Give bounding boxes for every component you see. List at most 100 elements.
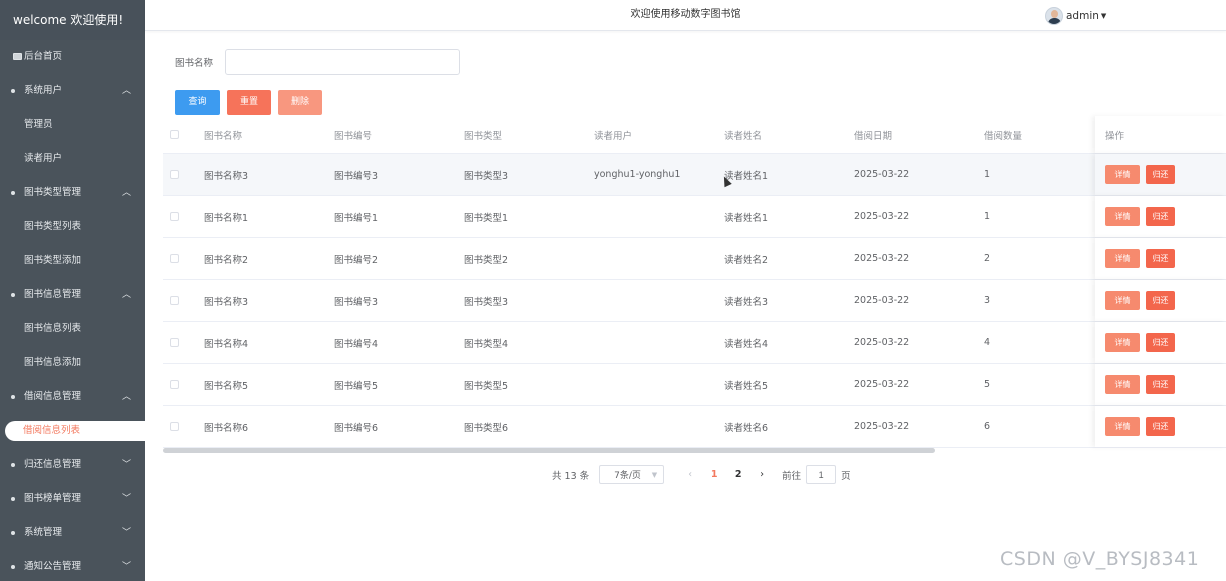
sidebar-item-8[interactable]: 图书信息添加 (0, 346, 145, 380)
return-button[interactable]: 归还 (1146, 207, 1175, 226)
sidebar-item-5[interactable]: 图书类型添加 (0, 244, 145, 278)
chevron-up-icon: ︿ (121, 188, 131, 198)
detail-button[interactable]: 详情 (1105, 165, 1140, 184)
table-row: 图书名称5 图书编号5 图书类型5 读者姓名5 2025-03-22 5 详情 归还 (163, 364, 1226, 406)
sidebar-item-label: 借阅信息列表 (23, 425, 81, 436)
cell-name: 图书名称6 (204, 422, 249, 434)
cell-reader: 读者姓名1 (724, 212, 769, 224)
detail-button[interactable]: 详情 (1105, 333, 1140, 352)
detail-button[interactable]: 详情 (1105, 375, 1140, 394)
brand-title: welcome 欢迎使用! (0, 0, 145, 40)
column-header: 图书名称 (204, 130, 243, 142)
chevron-down-icon: ﹀ (121, 562, 131, 572)
bullet-icon (11, 89, 15, 93)
chevron-down-icon: ﹀ (121, 528, 131, 538)
action-buttons: 查询 重置 删除 (175, 90, 329, 115)
row-checkbox[interactable] (170, 406, 179, 447)
chevron-up-icon: ︿ (121, 290, 131, 300)
column-header: 读者用户 (594, 130, 633, 142)
chevron-up-icon: ︿ (121, 392, 131, 402)
detail-button[interactable]: 详情 (1105, 249, 1140, 268)
cell-type: 图书类型2 (464, 254, 509, 266)
column-header: 图书类型 (464, 130, 503, 142)
sidebar-item-10[interactable]: 借阅信息列表 (5, 421, 145, 441)
sidebar-item-label: 图书榜单管理 (24, 493, 82, 504)
cell-qty: 2 (984, 253, 991, 264)
user-menu[interactable]: admin ▼ (1045, 6, 1106, 26)
column-header: 读者姓名 (724, 130, 763, 142)
row-checkbox[interactable] (170, 322, 179, 363)
prev-page-icon[interactable]: ‹ (678, 469, 702, 480)
next-page-icon[interactable]: › (750, 469, 774, 480)
column-header: 图书编号 (334, 130, 373, 142)
sidebar-item-0[interactable]: 系统用户 ︿ (0, 74, 145, 108)
sidebar-item-13[interactable]: 系统管理 ﹀ (0, 516, 145, 550)
sidebar-item-12[interactable]: 图书榜单管理 ﹀ (0, 482, 145, 516)
cell-code: 图书编号5 (334, 380, 379, 392)
bullet-icon (11, 497, 15, 501)
sidebar-item-9[interactable]: 借阅信息管理 ︿ (0, 380, 145, 414)
return-button[interactable]: 归还 (1146, 291, 1175, 310)
detail-button[interactable]: 详情 (1105, 417, 1140, 436)
book-name-input[interactable] (225, 49, 461, 75)
watermark: CSDN @V_BYSJ8341 (1000, 548, 1200, 570)
return-button[interactable]: 归还 (1146, 417, 1175, 436)
sidebar-item-label: 读者用户 (24, 153, 63, 164)
return-button[interactable]: 归还 (1146, 165, 1175, 184)
cell-name: 图书名称1 (204, 212, 249, 224)
return-button[interactable]: 归还 (1146, 333, 1175, 352)
bullet-icon (11, 191, 15, 195)
sidebar-item-3[interactable]: 图书类型管理 ︿ (0, 176, 145, 210)
page-1[interactable]: 1 (702, 469, 726, 480)
horizontal-scrollbar[interactable] (163, 448, 935, 453)
cell-code: 图书编号2 (334, 254, 379, 266)
avatar (1045, 7, 1063, 25)
cell-user: yonghu1-yonghu1 (594, 169, 681, 180)
cell-name: 图书名称4 (204, 338, 249, 350)
cell-date: 2025-03-22 (854, 295, 910, 306)
sidebar-item-label: 系统用户 (24, 85, 63, 96)
sidebar-item-11[interactable]: 归还信息管理 ﹀ (0, 448, 145, 482)
return-button[interactable]: 归还 (1146, 249, 1175, 268)
column-header: 借阅日期 (854, 130, 893, 142)
table-row: 图书名称2 图书编号2 图书类型2 读者姓名2 2025-03-22 2 详情 归还 (163, 238, 1226, 280)
cell-name: 图书名称3 (204, 296, 249, 308)
cell-code: 图书编号6 (334, 422, 379, 434)
cell-name: 图书名称5 (204, 380, 249, 392)
cell-type: 图书类型1 (464, 212, 509, 224)
sidebar-item-14[interactable]: 通知公告管理 ﹀ (0, 550, 145, 581)
sidebar-item-label: 图书类型管理 (24, 187, 82, 198)
page-size-value: 7条/页 (614, 471, 641, 481)
page-size-select[interactable]: 7条/页 ▼ (599, 465, 665, 484)
row-checkbox[interactable] (170, 154, 179, 195)
sidebar-item-1[interactable]: 管理员 (0, 108, 145, 142)
sidebar-item-7[interactable]: 图书信息列表 (0, 312, 145, 346)
sidebar-item-home[interactable]: 后台首页 (0, 40, 145, 74)
cell-date: 2025-03-22 (854, 337, 910, 348)
row-checkbox[interactable] (170, 364, 179, 405)
detail-button[interactable]: 详情 (1105, 207, 1140, 226)
sidebar-item-6[interactable]: 图书信息管理 ︿ (0, 278, 145, 312)
delete-button[interactable]: 删除 (278, 90, 322, 115)
row-checkbox[interactable] (170, 196, 179, 237)
cell-reader: 读者姓名1 (724, 170, 769, 182)
cell-date: 2025-03-22 (854, 379, 910, 390)
sidebar-item-4[interactable]: 图书类型列表 (0, 210, 145, 244)
chevron-down-icon: ﹀ (121, 494, 131, 504)
page-2[interactable]: 2 (726, 469, 750, 480)
detail-button[interactable]: 详情 (1105, 291, 1140, 310)
goto-page-input[interactable] (806, 465, 837, 484)
caret-down-icon: ▼ (1100, 12, 1107, 20)
goto-label: 前往 (782, 470, 802, 482)
query-button[interactable]: 查询 (175, 90, 220, 115)
cell-type: 图书类型3 (464, 170, 509, 182)
cell-date: 2025-03-22 (854, 211, 910, 222)
sidebar-item-2[interactable]: 读者用户 (0, 142, 145, 176)
bullet-icon (11, 531, 15, 535)
row-checkbox[interactable] (170, 280, 179, 321)
top-header: 欢迎使用移动数字图书馆 admin ▼ (145, 0, 1226, 31)
row-checkbox[interactable] (170, 238, 179, 279)
return-button[interactable]: 归还 (1146, 375, 1175, 394)
reset-button[interactable]: 重置 (227, 90, 271, 115)
select-all-checkbox[interactable] (170, 116, 179, 153)
